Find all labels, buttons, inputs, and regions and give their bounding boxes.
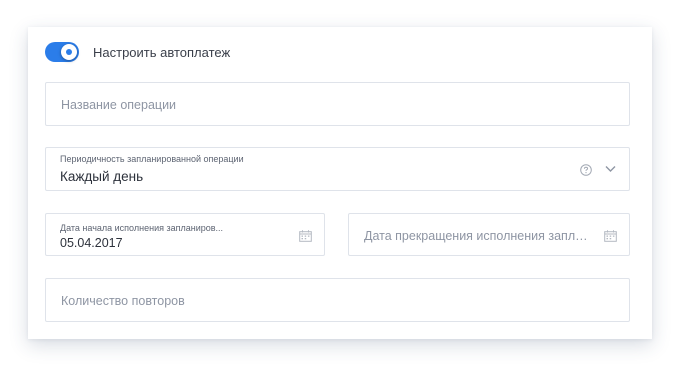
periodicity-label: Периодичность запланированной операции (60, 154, 244, 164)
start-date-value: 05.04.2017 (60, 236, 123, 250)
toggle-knob (61, 44, 77, 60)
calendar-icon[interactable] (604, 230, 617, 242)
start-date-field[interactable]: Дата начала исполнения запланиров... 05.… (45, 213, 325, 256)
autopay-settings-card: Настроить автоплатеж Название операции П… (28, 27, 652, 339)
repeat-count-field[interactable]: Количество повторов (45, 278, 630, 322)
start-date-label: Дата начала исполнения запланиров... (60, 223, 224, 233)
periodicity-select[interactable]: Периодичность запланированной операции К… (45, 147, 630, 191)
operation-name-field[interactable]: Название операции (45, 82, 630, 126)
end-date-placeholder: Дата прекращения исполнения заплан... (364, 229, 589, 243)
chevron-down-icon[interactable] (605, 165, 616, 173)
autopay-toggle-row: Настроить автоплатеж (45, 42, 230, 62)
operation-name-placeholder: Название операции (61, 98, 177, 112)
repeat-count-placeholder: Количество повторов (61, 294, 185, 308)
periodicity-value: Каждый день (60, 169, 144, 184)
help-circle-icon[interactable] (580, 164, 592, 176)
autopay-toggle[interactable] (45, 42, 79, 62)
autopay-toggle-label: Настроить автоплатеж (93, 44, 231, 60)
calendar-icon[interactable] (299, 230, 312, 242)
end-date-field[interactable]: Дата прекращения исполнения заплан... (348, 213, 630, 256)
